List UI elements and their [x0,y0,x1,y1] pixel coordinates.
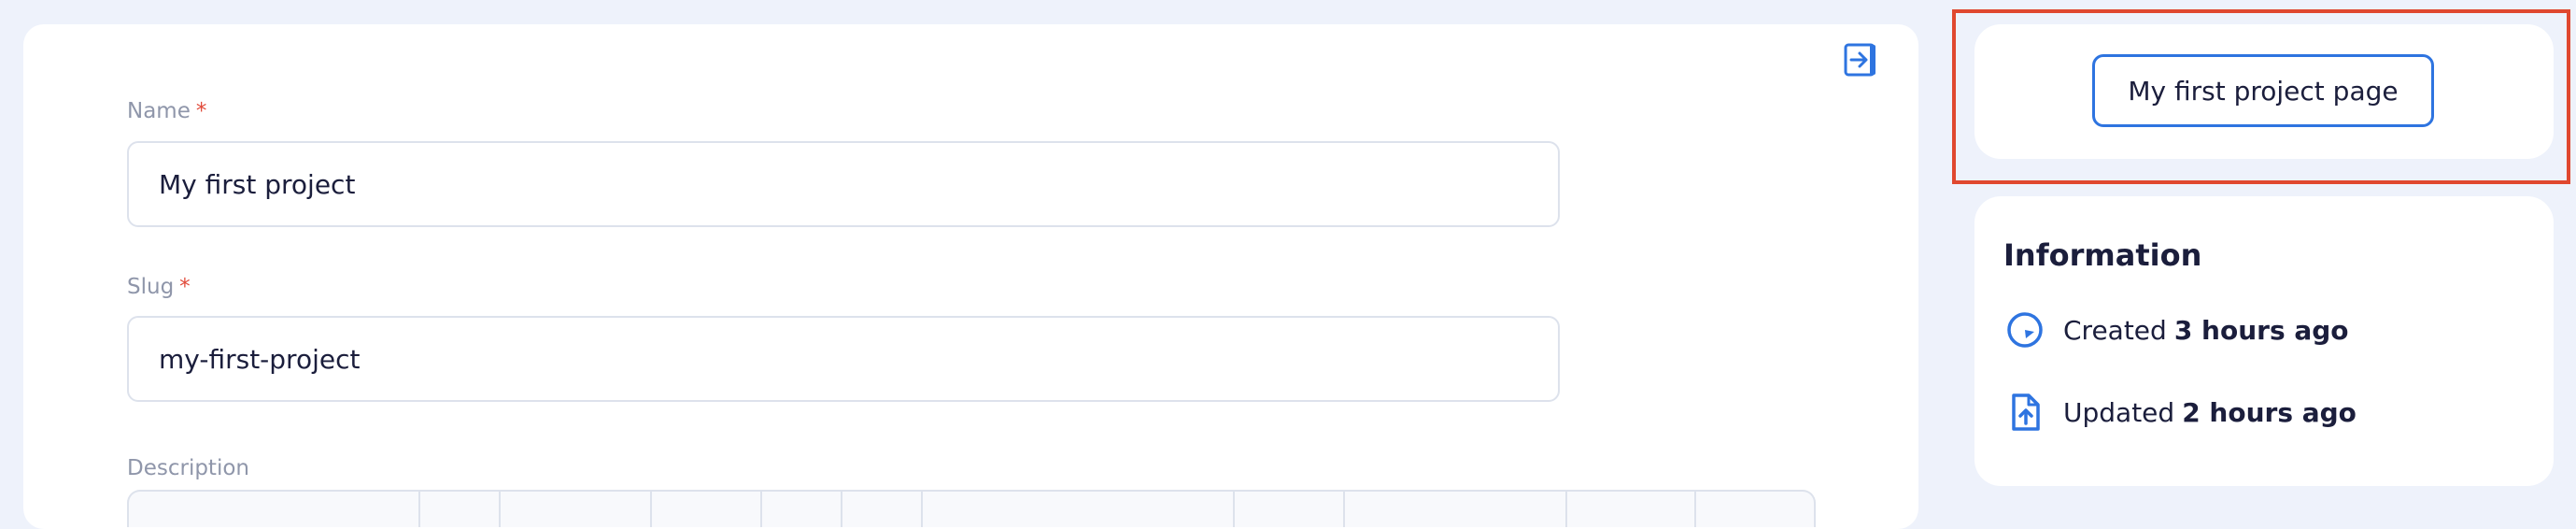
highlight-box [1952,9,2570,184]
toolbar-separator [499,492,501,527]
file-upload-icon [2003,391,2046,434]
slug-input-value: my-first-project [159,343,361,375]
created-prefix: Created [2063,314,2167,346]
updated-row: Updated 2 hours ago [2003,392,2357,433]
created-row: Created 3 hours ago [2003,309,2349,350]
description-editor-toolbar[interactable] [127,490,1816,527]
arrow-right-to-bracket-icon [1844,43,1875,77]
required-marker: * [195,99,207,123]
name-label-text: Name [127,99,191,123]
project-form-card [23,24,1918,529]
updated-value: 2 hours ago [2182,396,2357,428]
slug-label: Slug * [127,275,191,299]
toolbar-separator [418,492,420,527]
updated-text: Updated 2 hours ago [2063,397,2357,428]
name-input[interactable]: My first project [127,141,1560,227]
created-value: 3 hours ago [2173,314,2349,346]
toolbar-separator [1565,492,1567,527]
slug-input[interactable]: my-first-project [127,316,1560,402]
updated-prefix: Updated [2063,396,2175,428]
description-label-text: Description [127,456,249,480]
name-input-value: My first project [159,168,356,200]
information-title: Information [2003,237,2202,273]
description-label: Description [127,456,249,480]
toolbar-separator [650,492,652,527]
created-text: Created 3 hours ago [2063,315,2349,346]
toolbar-separator [760,492,762,527]
slug-label-text: Slug [127,275,175,299]
toolbar-separator [1343,492,1345,527]
required-marker: * [179,275,191,299]
exit-panel-button[interactable] [1842,41,1879,79]
toolbar-separator [921,492,923,527]
clock-icon [2003,308,2046,351]
toolbar-separator [841,492,842,527]
toolbar-separator [1694,492,1696,527]
toolbar-separator [1233,492,1235,527]
name-label: Name * [127,99,206,123]
